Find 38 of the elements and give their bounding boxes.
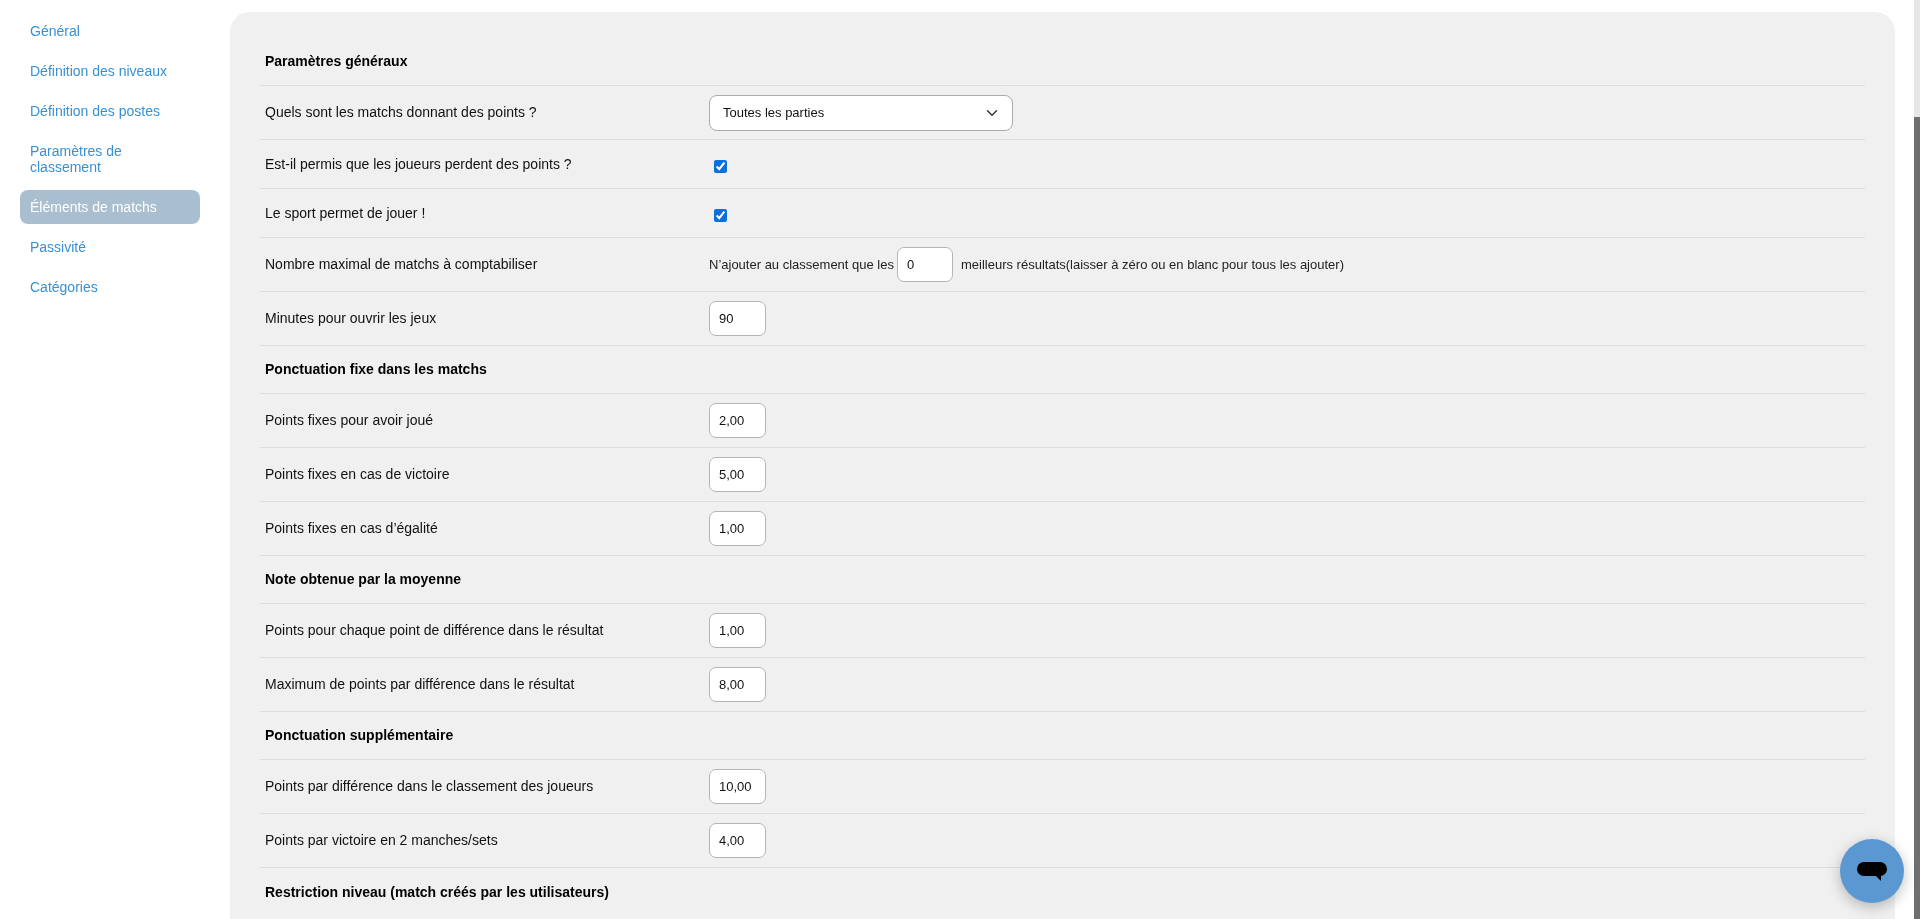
sidebar-item[interactable]: Paramètres de classement [20,134,200,184]
section-heading: Ponctuation supplémentaire [264,726,454,745]
select-field[interactable]: Toutes les parties [709,94,1013,131]
number-field[interactable]: 10,00 [709,769,766,804]
number-field[interactable]: 8,00 [709,667,766,702]
sidebar-item[interactable]: Définition des postes [20,94,200,128]
checkbox[interactable] [714,208,727,222]
field-label: Points fixes pour avoir joué [264,411,435,430]
field-label: Quels sont les matchs donnant des points ? [264,103,538,122]
sidebar-item[interactable]: Général [20,14,200,48]
number-field[interactable]: 0 [897,247,953,282]
field-label: Minutes pour ouvrir les jeux [264,309,438,328]
field-label: Le sport permet de jouer ! [264,203,427,223]
chat-bubble-icon [1857,861,1887,881]
checkbox[interactable] [714,159,727,173]
section-heading: Ponctuation fixe dans les matchs [264,360,487,379]
field-label: Points fixes en cas de victoire [264,465,451,484]
field-label: Points pour chaque point de différence dans le résultat [264,621,605,640]
helper-text: meilleurs résultats(laisser à zéro ou en blanc pour tous les ajouter) [961,255,1344,274]
sidebar-item[interactable]: Passivité [20,230,200,264]
section-heading: Note obtenue par la moyenne [264,570,462,589]
number-field[interactable]: 2,00 [709,403,766,438]
number-field[interactable]: 90 [709,301,766,336]
section-heading: Restriction niveau (match créés par les utilisateurs) [264,882,609,902]
field-label: Maximum de points par différence dans le résultat [264,675,576,694]
number-field[interactable]: 1,00 [709,613,766,648]
field-label: Est-il permis que les joueurs perdent des points ? [264,154,573,174]
field-label: Points par différence dans le classement des joueurs [264,777,595,796]
sidebar-item[interactable]: Définition des niveaux [20,54,200,88]
field-label: Points par victoire en 2 manches/sets [264,831,499,850]
helper-text: N’ajouter au classement que les [709,255,894,274]
number-field[interactable]: 4,00 [709,823,766,858]
field-label: Points fixes en cas d’égalité [264,519,439,538]
sidebar-item[interactable]: Catégories [20,270,200,304]
number-field[interactable]: 5,00 [709,457,766,492]
field-label: Nombre maximal de matchs à comptabiliser [264,255,539,274]
number-field[interactable]: 1,00 [709,511,766,546]
section-heading: Paramètres généraux [264,52,408,71]
